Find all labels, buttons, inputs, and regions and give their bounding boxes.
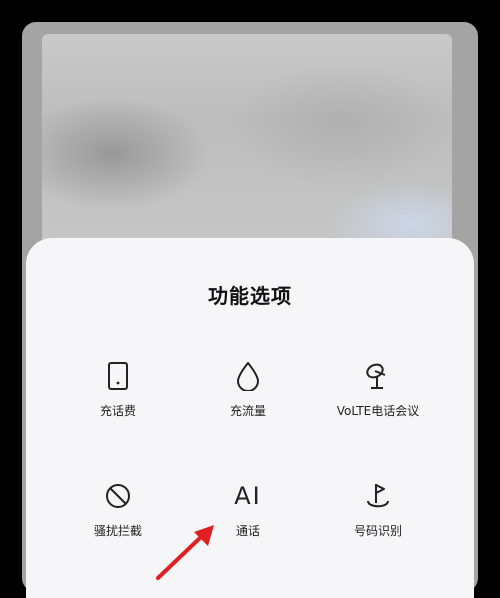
ai-glyph: AI (234, 482, 262, 510)
option-label: VoLTE电话会议 (336, 404, 420, 418)
phone-icon (43, 356, 193, 396)
option-volte-conference[interactable]: VoLTE电话会议 (303, 356, 453, 419)
ai-icon: AI (173, 476, 323, 516)
option-number-id[interactable]: 号码识别 (303, 476, 453, 539)
function-options-sheet: 功能选项 充话费 充流量 VoLTE电话会议 骚扰拦截 AI 通话 号码识别 (26, 238, 474, 598)
droplet-icon (173, 356, 323, 396)
antenna-icon (303, 356, 453, 396)
option-label: 充流量 (229, 404, 266, 418)
annotation-arrow (156, 525, 214, 580)
option-label: 充话费 (99, 404, 136, 418)
option-recharge-call[interactable]: 充话费 (43, 356, 193, 419)
blurred-content (42, 34, 452, 244)
sheet-title: 功能选项 (208, 284, 292, 308)
option-recharge-data[interactable]: 充流量 (173, 356, 323, 419)
block-icon (43, 476, 193, 516)
flag-icon (303, 476, 453, 516)
option-label: 号码识别 (353, 524, 402, 538)
